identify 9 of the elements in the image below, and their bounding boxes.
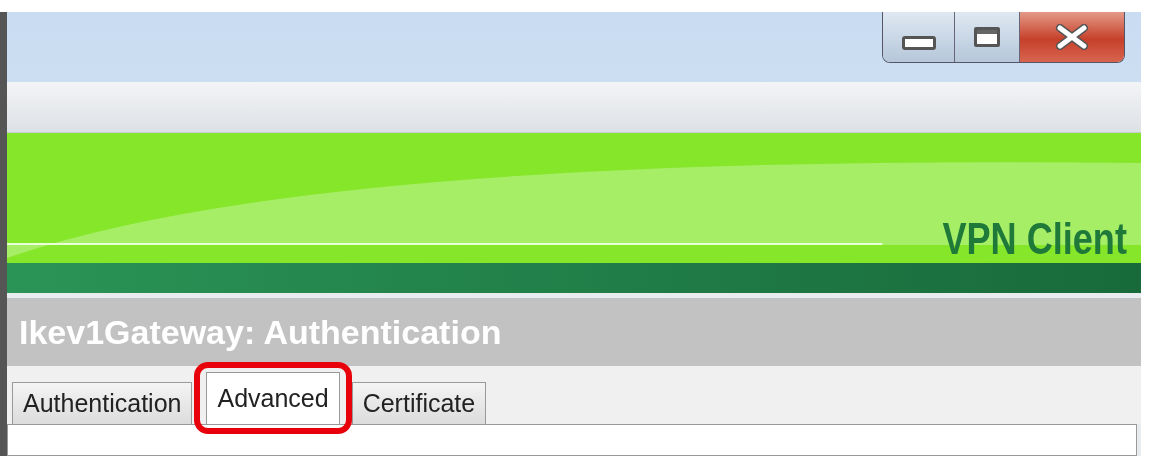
tab[interactable]: Authentication <box>12 382 193 424</box>
tab[interactable]: Certificate <box>351 382 487 424</box>
banner-title: VPN Client <box>942 217 1127 261</box>
panel-title: Ikev1Gateway: Authentication <box>19 312 502 352</box>
close-icon <box>1054 24 1090 50</box>
minimize-button[interactable] <box>883 12 955 62</box>
maximize-button[interactable] <box>955 12 1020 62</box>
close-button[interactable] <box>1020 12 1124 62</box>
tab[interactable]: Advanced <box>206 372 340 424</box>
